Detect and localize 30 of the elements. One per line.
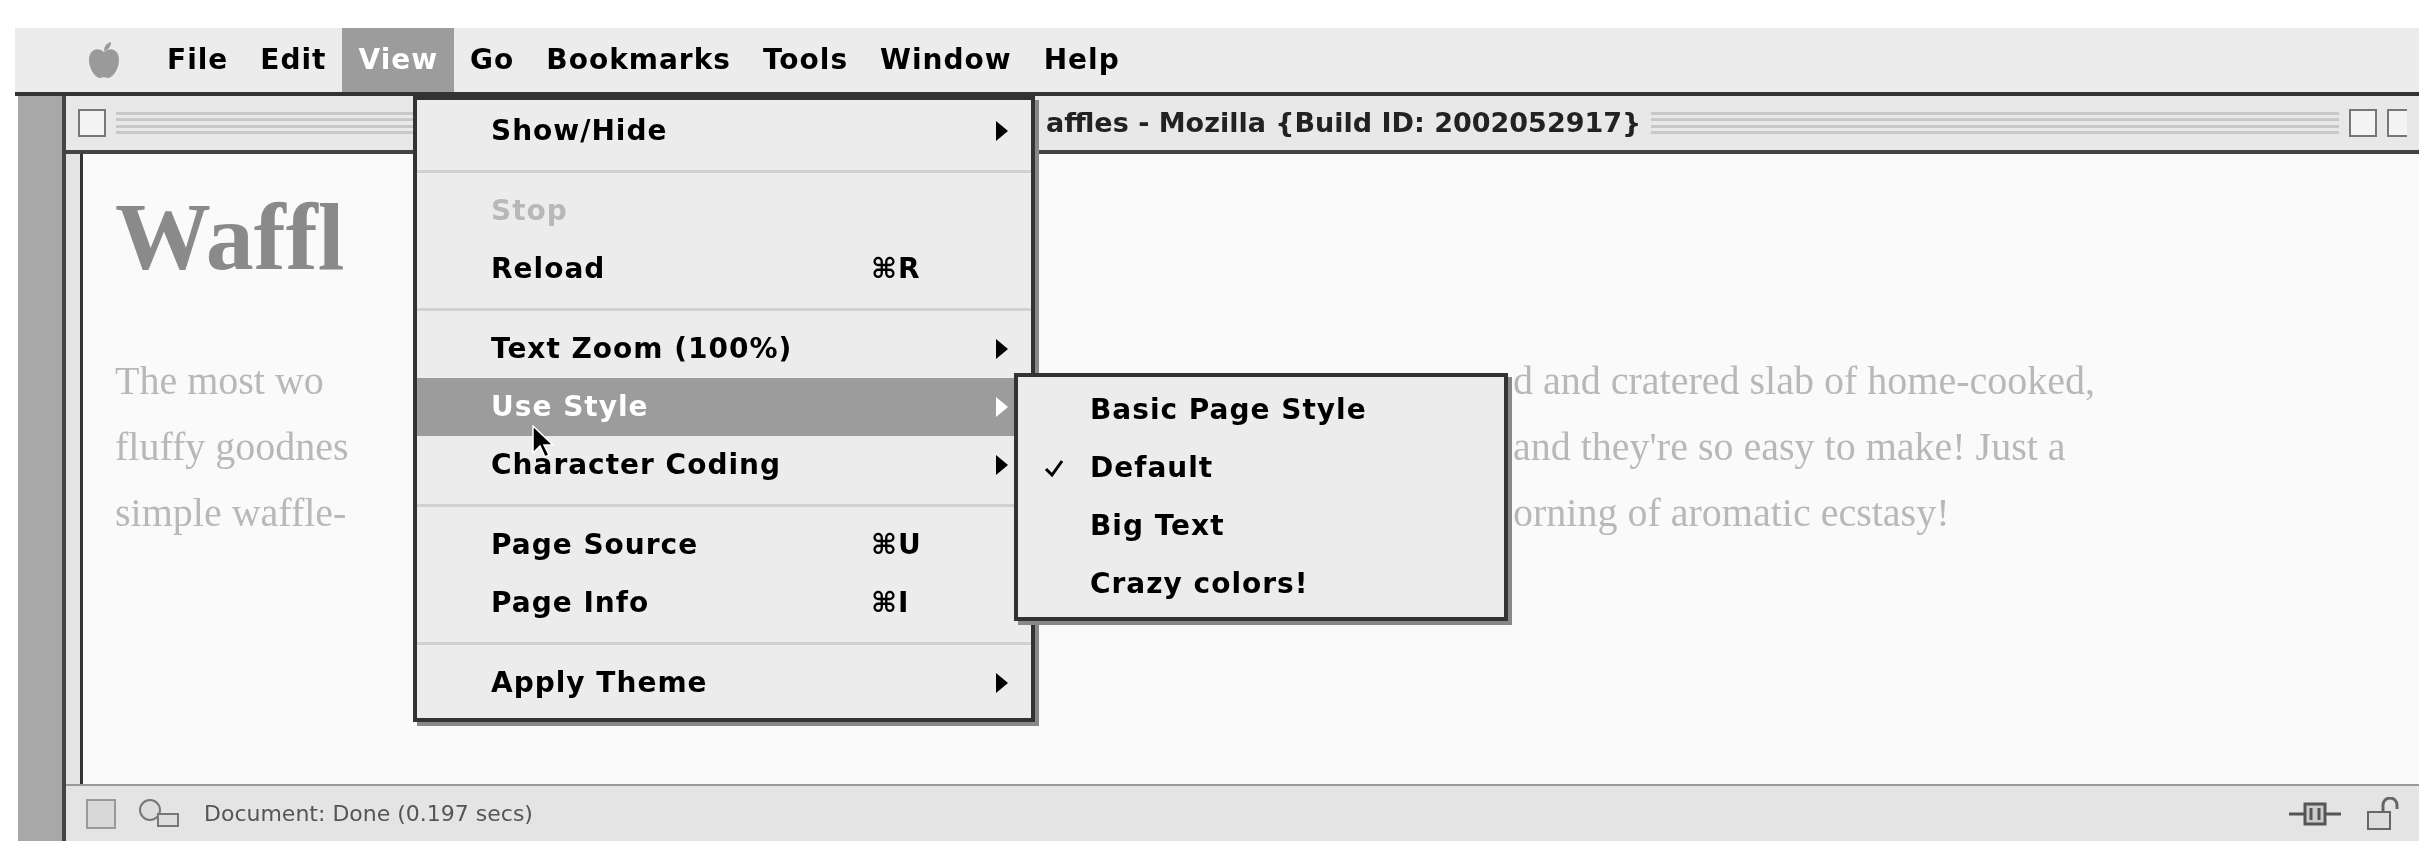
apple-icon [87,40,121,80]
menu-bar-item[interactable]: Edit [244,28,343,92]
submenu-item[interactable]: Default [1018,439,1504,497]
menu-item[interactable]: Show/Hide [417,102,1031,160]
menu-bar-item[interactable]: Go [454,28,531,92]
submenu-item[interactable]: Big Text [1018,497,1504,555]
paragraph-text: and they're so easy to make! Just a [1513,423,2066,471]
menu-item[interactable]: Reload ⌘R [417,240,1031,298]
paragraph-text: The most wo [115,358,324,403]
submenu-item[interactable]: Crazy colors! [1018,555,1504,613]
paragraph-text: orning of aromatic ecstasy! [1513,489,1950,537]
menu-bar-item[interactable]: Bookmarks [530,28,747,92]
paragraph-text: d and cratered slab of home-cooked, [1513,357,2095,405]
page-icon[interactable] [86,798,116,829]
collapse-box[interactable] [2387,109,2407,137]
menu-item[interactable]: Text Zoom (100%) [417,320,1031,378]
menu-item[interactable]: Apply Theme [417,654,1031,712]
close-box[interactable] [78,109,106,137]
paragraph-text: fluffy goodnes [115,424,349,469]
menu-bar-item[interactable]: Help [1027,28,1136,92]
zoom-box[interactable] [2349,109,2377,137]
menu-bar-item[interactable]: File [151,28,245,92]
menu-bar-item[interactable]: Tools [746,28,865,92]
status-text: Document: Done (0.197 secs) [204,800,533,828]
menu-bar-item[interactable]: Window [864,28,1028,92]
paragraph-text: simple waffle- [115,490,347,535]
window-title: affles - Mozilla {Build ID: 2002052917} [1046,105,1642,140]
lock-icon [2365,796,2399,831]
page-heading: Waffl [115,182,345,292]
network-icon[interactable] [138,797,182,830]
